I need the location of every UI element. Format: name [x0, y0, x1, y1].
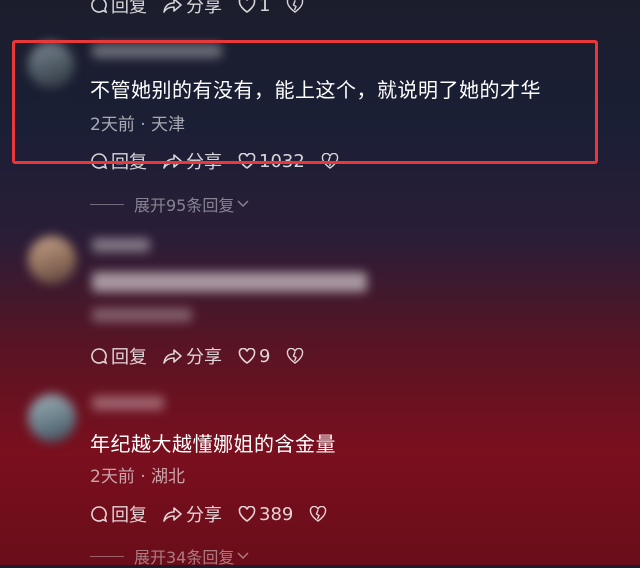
share-button[interactable]: 分享 — [163, 0, 222, 18]
like-count: 389 — [259, 503, 294, 525]
like-count: 1 — [259, 0, 271, 16]
comment-meta: 2天前 · 湖北 — [90, 467, 186, 487]
heart-icon — [238, 0, 256, 13]
like-count: 9 — [259, 345, 271, 367]
reply-icon — [91, 506, 108, 523]
expand-replies-label: 展开95条回复 — [134, 196, 235, 215]
dislike-button[interactable] — [286, 348, 307, 364]
comment-text-redacted — [92, 272, 367, 292]
reply-icon — [91, 0, 108, 14]
share-icon — [163, 507, 182, 522]
comment-actions: 回复 分享 9 — [90, 343, 323, 369]
dislike-button[interactable] — [309, 506, 330, 522]
divider — [90, 203, 124, 205]
reply-label: 回复 — [111, 347, 147, 368]
expand-replies-label: 展开34条回复 — [134, 548, 235, 567]
like-button[interactable]: 9 — [238, 346, 270, 367]
dislike-button[interactable] — [286, 0, 307, 13]
avatar[interactable] — [28, 394, 76, 442]
heart-icon — [238, 348, 256, 364]
reply-label: 回复 — [111, 505, 147, 526]
reply-button[interactable]: 回复 — [90, 501, 147, 527]
share-button[interactable]: 分享 — [163, 343, 222, 369]
highlight-box — [12, 40, 598, 164]
broken-heart-icon — [287, 0, 304, 13]
reply-button[interactable]: 回复 — [90, 0, 147, 18]
expand-replies[interactable]: 展开34条回复 — [90, 544, 250, 568]
share-icon — [163, 0, 182, 13]
chevron-down-icon — [237, 200, 249, 208]
chevron-down-icon — [237, 552, 249, 560]
expand-replies[interactable]: 展开95条回复 — [90, 192, 250, 216]
top-action-row: 回复 分享 1 — [90, 0, 323, 18]
comment-text: 年纪越大越懂娜姐的含金量 — [90, 432, 336, 456]
like-button[interactable]: 389 — [238, 504, 293, 525]
comment-meta-redacted — [92, 308, 192, 322]
reply-icon — [91, 348, 108, 365]
broken-heart-icon — [287, 348, 304, 364]
heart-icon — [238, 506, 256, 522]
reply-label: 回复 — [111, 0, 147, 17]
share-label: 分享 — [186, 505, 222, 526]
share-label: 分享 — [186, 0, 222, 17]
username-redacted[interactable] — [92, 396, 164, 410]
like-button[interactable]: 1 — [238, 0, 270, 16]
share-icon — [163, 349, 182, 364]
share-label: 分享 — [186, 347, 222, 368]
share-button[interactable]: 分享 — [163, 501, 222, 527]
username-redacted[interactable] — [92, 238, 150, 252]
broken-heart-icon — [310, 506, 327, 522]
divider — [90, 555, 124, 557]
comment-actions: 回复 分享 389 — [90, 501, 346, 527]
avatar[interactable] — [28, 236, 76, 284]
reply-button[interactable]: 回复 — [90, 343, 147, 369]
